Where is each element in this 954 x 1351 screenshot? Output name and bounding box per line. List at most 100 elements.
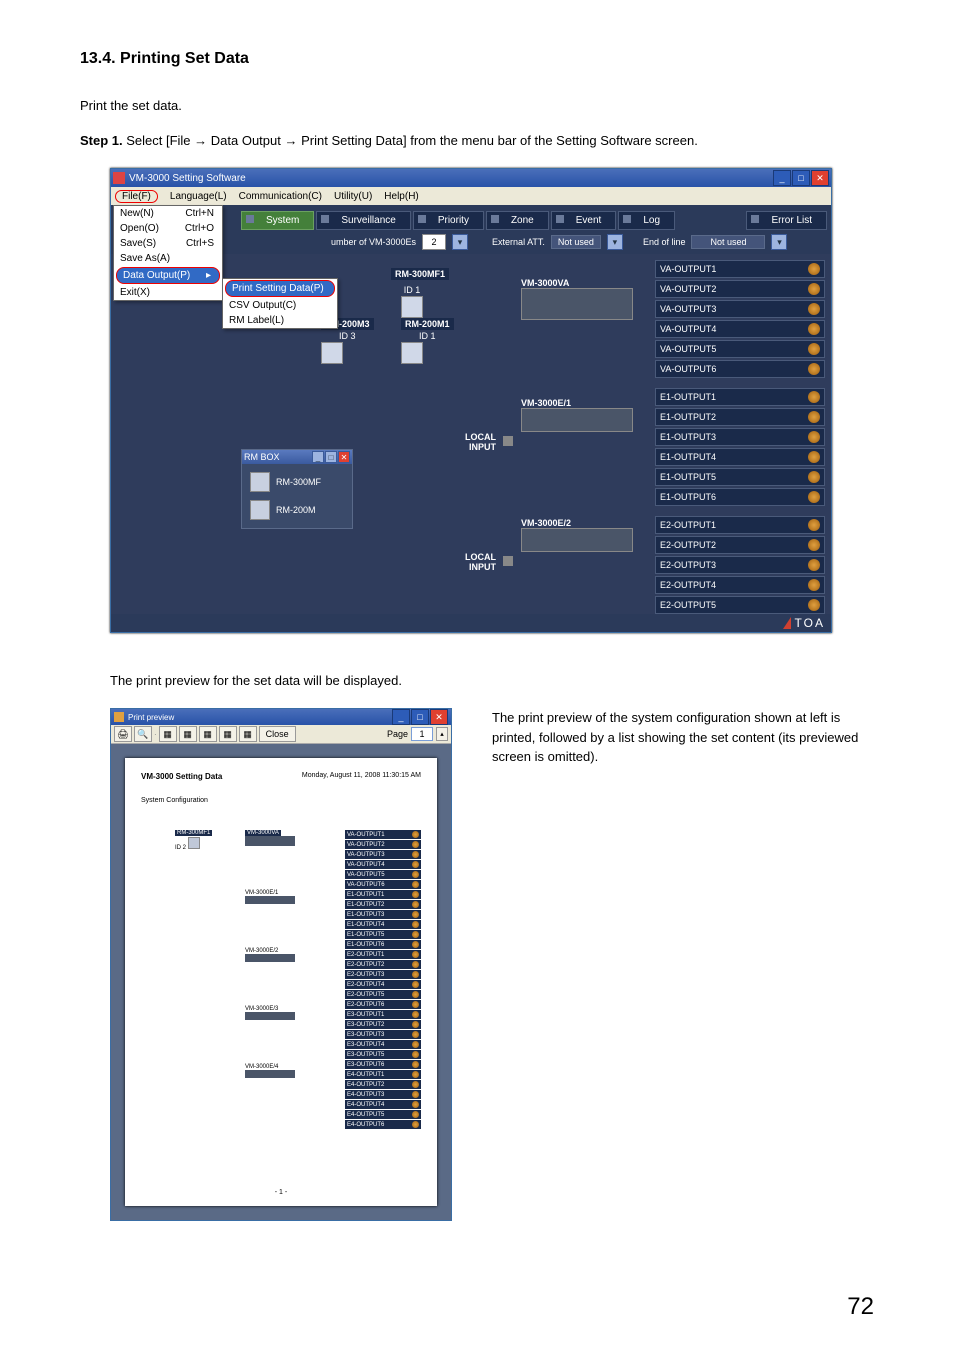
device-icon xyxy=(250,500,270,520)
preview-output-row: E2-OUTPUT2 xyxy=(345,960,421,969)
preview-close[interactable]: ✕ xyxy=(430,709,448,725)
print-preview-window: Print preview _ □ ✕ 🖨 🔍 · ▦ ▦ ▦ ▦ ▦ Clos… xyxy=(110,708,452,1221)
output-row[interactable]: E2-OUTPUT2 xyxy=(655,536,825,554)
input-label-2: INPUT xyxy=(465,562,496,572)
app-icon xyxy=(113,172,125,184)
submenu-print-setting-data[interactable]: Print Setting Data(P) xyxy=(225,280,335,297)
file-new[interactable]: New(N)Ctrl+N xyxy=(114,206,222,221)
file-save-as[interactable]: Save As(A) xyxy=(114,251,222,266)
rmbox-maximize[interactable]: □ xyxy=(325,451,337,463)
output-row[interactable]: E2-OUTPUT1 xyxy=(655,516,825,534)
id1a-label: ID 1 xyxy=(401,284,423,296)
step-text-1: Select [File xyxy=(123,133,195,148)
num-dropdown-icon[interactable]: ▾ xyxy=(452,234,468,250)
speaker-icon xyxy=(808,559,820,571)
menu-communication[interactable]: Communication(C) xyxy=(239,191,322,202)
output-row[interactable]: VA-OUTPUT1 xyxy=(655,260,825,278)
tab-surveillance[interactable]: Surveillance xyxy=(316,211,410,230)
ext-dropdown-icon[interactable]: ▾ xyxy=(607,234,623,250)
local-input-box-2 xyxy=(503,556,513,566)
window-title: VM-3000 Setting Software xyxy=(129,173,246,184)
tab-error-list[interactable]: Error List xyxy=(746,211,827,230)
speaker-icon xyxy=(808,303,820,315)
minimize-button[interactable]: _ xyxy=(773,170,791,186)
file-save[interactable]: Save(S)Ctrl+S xyxy=(114,236,222,251)
output-row[interactable]: VA-OUTPUT3 xyxy=(655,300,825,318)
output-row[interactable]: VA-OUTPUT6 xyxy=(655,360,825,378)
preview-output-row: E4-OUTPUT2 xyxy=(345,1080,421,1089)
output-row[interactable]: E1-OUTPUT3 xyxy=(655,428,825,446)
rmbox-item-rm300mf[interactable]: RM-300MF xyxy=(246,468,348,496)
num-vm3000es-label: umber of VM-3000Es xyxy=(331,237,416,247)
output-row[interactable]: E1-OUTPUT4 xyxy=(655,448,825,466)
output-row[interactable]: E1-OUTPUT2 xyxy=(655,408,825,426)
close-button[interactable]: ✕ xyxy=(811,170,829,186)
device-icon xyxy=(250,472,270,492)
output-row[interactable]: E1-OUTPUT1 xyxy=(655,388,825,406)
maximize-button[interactable]: □ xyxy=(792,170,810,186)
preview-output-row: E4-OUTPUT5 xyxy=(345,1110,421,1119)
output-row[interactable]: E2-OUTPUT5 xyxy=(655,596,825,614)
output-row[interactable]: E1-OUTPUT5 xyxy=(655,468,825,486)
tab-log[interactable]: Log xyxy=(618,211,675,230)
rmbox-minimize[interactable]: _ xyxy=(312,451,324,463)
output-row[interactable]: VA-OUTPUT4 xyxy=(655,320,825,338)
preview-page: VM-3000 Setting Data Monday, August 11, … xyxy=(125,758,437,1206)
page-value[interactable]: 1 xyxy=(411,727,433,741)
output-row[interactable]: E2-OUTPUT4 xyxy=(655,576,825,594)
ext-att-label: External ATT. xyxy=(492,237,545,247)
submenu-rm-label[interactable]: RM Label(L) xyxy=(223,313,337,328)
menu-language[interactable]: Language(L) xyxy=(170,191,227,202)
preview-outputs: VA-OUTPUT1VA-OUTPUT2VA-OUTPUT3VA-OUTPUT4… xyxy=(345,830,421,1129)
menubar: File(F) Language(L) Communication(C) Uti… xyxy=(111,187,831,205)
vm3000e1-label: VM-3000E/1 xyxy=(521,398,633,408)
tab-zone[interactable]: Zone xyxy=(486,211,549,230)
layout-2-icon[interactable]: ▦ xyxy=(179,726,197,742)
eol-dropdown-icon[interactable]: ▾ xyxy=(771,234,787,250)
file-exit[interactable]: Exit(X) xyxy=(114,285,222,300)
preview-title: Print preview xyxy=(128,713,174,722)
eol-value: Not used xyxy=(691,235,765,249)
page-stepper[interactable]: ▴ xyxy=(436,727,448,741)
zoom-icon[interactable]: 🔍 xyxy=(134,726,152,742)
caption-2: The print preview for the set data will … xyxy=(110,673,874,688)
output-row[interactable]: VA-OUTPUT2 xyxy=(655,280,825,298)
menu-help[interactable]: Help(H) xyxy=(384,191,418,202)
rmbox-item-rm200m[interactable]: RM-200M xyxy=(246,496,348,524)
tab-system[interactable]: System xyxy=(241,211,314,230)
speaker-icon xyxy=(808,539,820,551)
rmbox-close[interactable]: ✕ xyxy=(338,451,350,463)
preview-maximize[interactable]: □ xyxy=(411,709,429,725)
num-vm3000es-value[interactable]: 2 xyxy=(422,234,446,250)
tab-priority[interactable]: Priority xyxy=(413,211,484,230)
preview-minimize[interactable]: _ xyxy=(392,709,410,725)
vm3000e1-box xyxy=(521,408,633,432)
tab-event[interactable]: Event xyxy=(551,211,617,230)
file-data-output[interactable]: Data Output(P)▸ xyxy=(116,267,220,284)
speaker-icon xyxy=(808,343,820,355)
output-row[interactable]: VA-OUTPUT5 xyxy=(655,340,825,358)
preview-output-row: VA-OUTPUT6 xyxy=(345,880,421,889)
preview-output-row: VA-OUTPUT4 xyxy=(345,860,421,869)
file-open[interactable]: Open(O)Ctrl+O xyxy=(114,221,222,236)
layout-1-icon[interactable]: ▦ xyxy=(159,726,177,742)
output-row[interactable]: E1-OUTPUT6 xyxy=(655,488,825,506)
output-row[interactable]: E2-OUTPUT3 xyxy=(655,556,825,574)
vm3000e2-label: VM-3000E/2 xyxy=(521,518,633,528)
local-input-box-1 xyxy=(503,436,513,446)
menu-file[interactable]: File(F) xyxy=(115,190,158,203)
menu-utility[interactable]: Utility(U) xyxy=(334,191,372,202)
vm3000e2-box xyxy=(521,528,633,552)
preview-body: VM-3000 Setting Data Monday, August 11, … xyxy=(111,744,451,1220)
id1b-label: ID 1 xyxy=(401,330,454,342)
submenu-csv-output[interactable]: CSV Output(C) xyxy=(223,298,337,313)
preview-close-button[interactable]: Close xyxy=(259,726,296,742)
preview-output-row: E4-OUTPUT6 xyxy=(345,1120,421,1129)
speaker-icon xyxy=(808,519,820,531)
layout-4-icon[interactable]: ▦ xyxy=(219,726,237,742)
print-icon[interactable]: 🖨 xyxy=(114,726,132,742)
preview-output-row: E4-OUTPUT1 xyxy=(345,1070,421,1079)
layout-3-icon[interactable]: ▦ xyxy=(199,726,217,742)
step-text-3: Print Setting Data] from the menu bar of… xyxy=(297,133,697,148)
layout-5-icon[interactable]: ▦ xyxy=(239,726,257,742)
